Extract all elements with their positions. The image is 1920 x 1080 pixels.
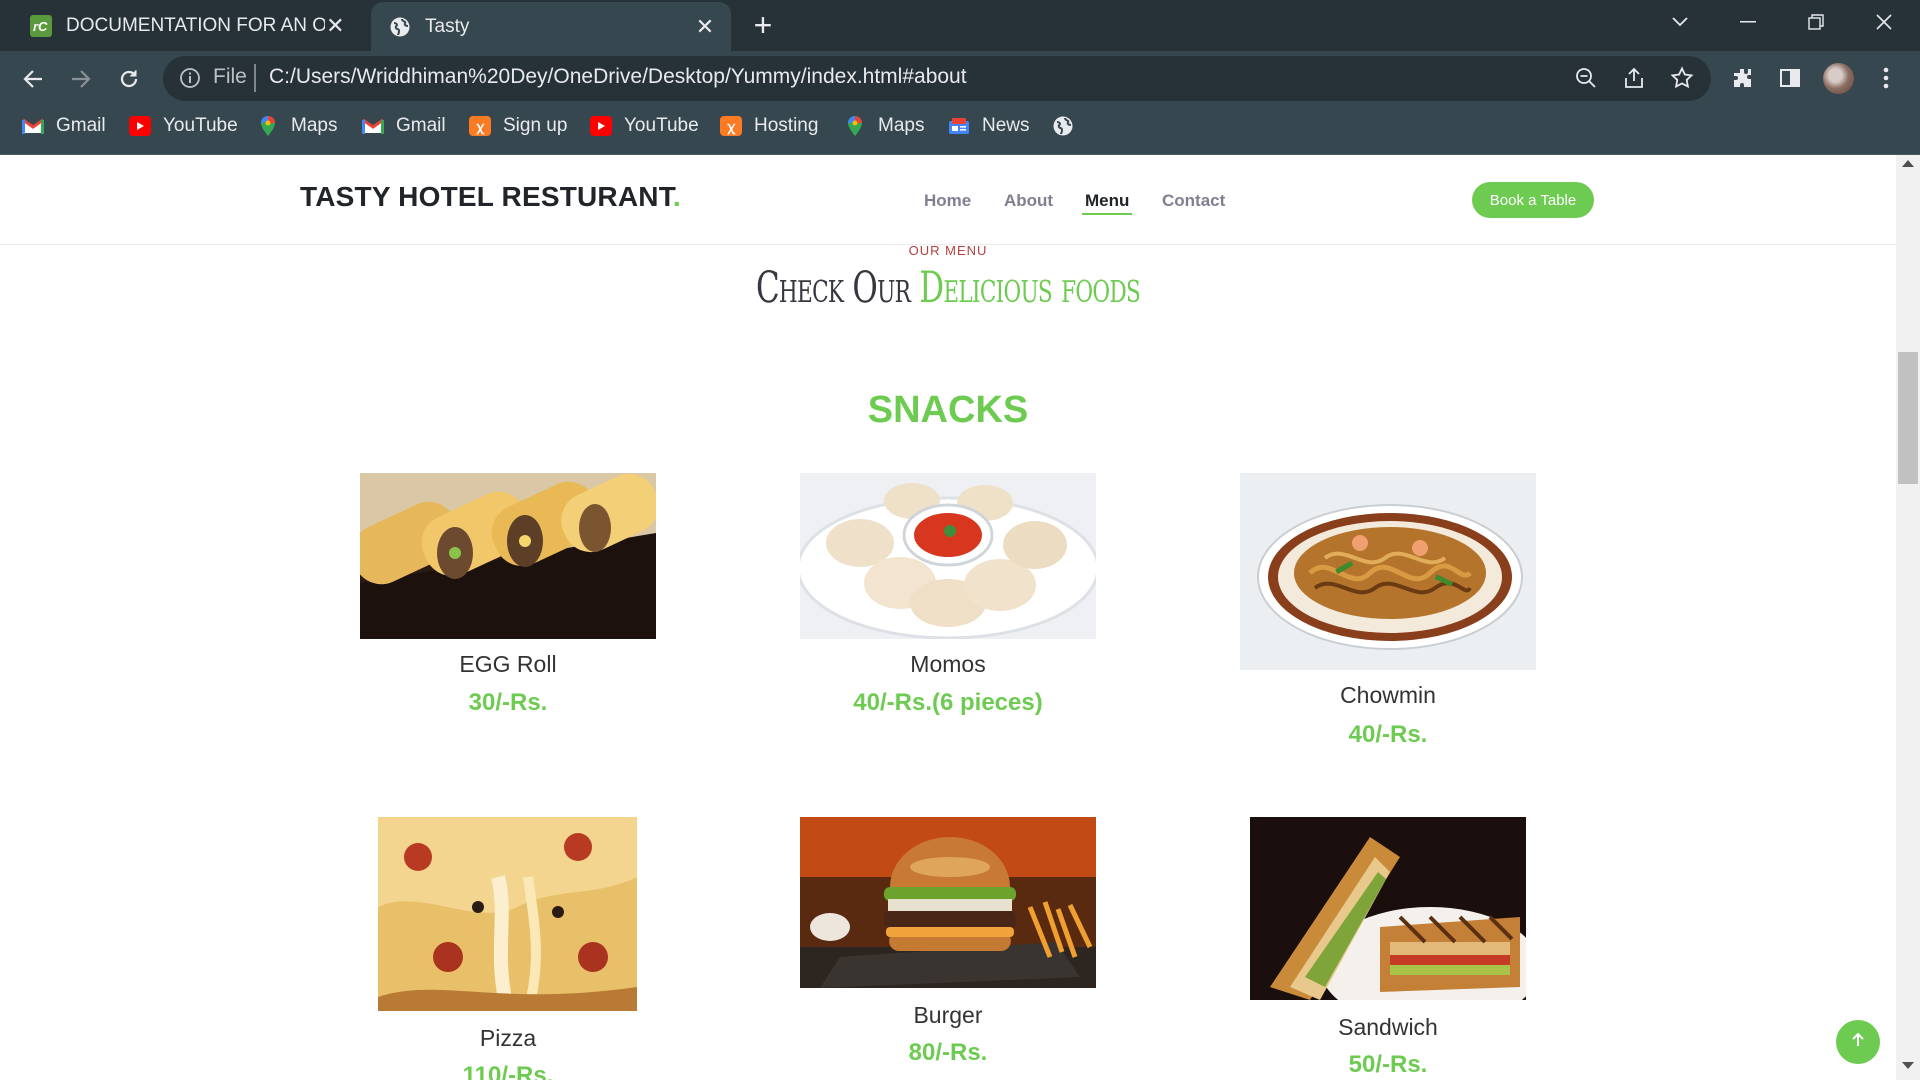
- forward-icon[interactable]: [64, 62, 98, 96]
- arrow-up-icon: [1850, 1032, 1866, 1053]
- tab-title: DOCUMENTATION FOR AN ONLI: [66, 14, 325, 36]
- gmail-icon: [22, 116, 44, 136]
- title-highlight: Delicious foods: [919, 263, 1141, 313]
- url-text[interactable]: C:/Users/Wriddhiman%20Dey/OneDrive/Deskt…: [269, 65, 967, 89]
- page-scrollbar[interactable]: [1896, 155, 1920, 1080]
- nav-home[interactable]: Home: [924, 191, 971, 211]
- bookmark-globe[interactable]: [1052, 114, 1086, 138]
- extensions-icon[interactable]: [1729, 64, 1757, 92]
- divider: [254, 64, 256, 92]
- tab-documentation[interactable]: rC DOCUMENTATION FOR AN ONLI ✕: [12, 0, 360, 51]
- rc-favicon-icon: rC: [30, 14, 52, 37]
- item-price: 50/-Rs.: [1348, 1051, 1428, 1078]
- close-window-icon[interactable]: [1854, 0, 1914, 44]
- more-menu-icon[interactable]: [1872, 64, 1900, 92]
- side-panel-icon[interactable]: [1776, 64, 1804, 92]
- item-price: 40/-Rs.(6 pieces): [853, 689, 1043, 716]
- bookmark-label: Sign up: [503, 115, 568, 136]
- chowmin-image: [1240, 473, 1536, 670]
- section-title: Check Our Delicious foods: [265, 263, 1630, 313]
- sandwich-image: [1250, 817, 1526, 1000]
- youtube-icon: [590, 116, 612, 136]
- egg-roll-image: [360, 473, 656, 639]
- brand-dot: .: [672, 181, 681, 212]
- bookmark-label: Gmail: [56, 115, 106, 136]
- bookmark-gmail[interactable]: Gmail: [22, 114, 106, 138]
- bookmark-maps[interactable]: Maps: [257, 114, 337, 138]
- item-name: Sandwich: [1338, 1014, 1438, 1040]
- scroll-to-top-button[interactable]: [1836, 1020, 1880, 1064]
- item-price: 40/-Rs.: [1348, 721, 1428, 748]
- site-header: TASTY HOTEL RESTURANT. Home About Menu C…: [0, 155, 1896, 245]
- nav-about[interactable]: About: [1004, 191, 1053, 211]
- scheme-label: File: [213, 65, 247, 88]
- bookmark-label: YouTube: [624, 115, 699, 136]
- bookmark-maps[interactable]: Maps: [844, 114, 924, 138]
- pizza-image: [378, 817, 637, 1011]
- section-subtitle: OUR MENU: [908, 243, 988, 258]
- xampp-icon: ꭓ: [469, 116, 491, 136]
- site-logo[interactable]: TASTY HOTEL RESTURANT.: [300, 181, 681, 213]
- maps-icon: [844, 116, 866, 136]
- item-name: Pizza: [479, 1025, 537, 1051]
- bookmark-label: News: [982, 115, 1030, 136]
- maps-icon: [257, 116, 279, 136]
- nav-contact[interactable]: Contact: [1162, 191, 1225, 211]
- web-page: TASTY HOTEL RESTURANT. Home About Menu C…: [0, 155, 1896, 1080]
- bookmark-label: Hosting: [754, 115, 819, 136]
- scroll-up-arrow-icon[interactable]: [1902, 160, 1914, 167]
- bookmark-label: Gmail: [396, 115, 446, 136]
- momos-image: [800, 473, 1096, 639]
- item-name: Chowmin: [1340, 682, 1436, 708]
- news-icon: [948, 116, 970, 136]
- bookmark-news[interactable]: News: [948, 114, 1030, 138]
- bookmark-sign-up[interactable]: ꭓ Sign up: [469, 114, 567, 138]
- brand-text: TASTY HOTEL RESTURANT: [300, 181, 673, 212]
- item-price: 110/-Rs.: [462, 1062, 554, 1080]
- item-price: 30/-Rs.: [468, 689, 548, 716]
- globe-icon: [389, 16, 411, 38]
- item-name: EGG Roll: [459, 651, 557, 677]
- zoom-icon[interactable]: [1574, 66, 1598, 90]
- tab-search-icon[interactable]: [1650, 0, 1710, 44]
- new-tab-button[interactable]: +: [748, 9, 778, 41]
- svg-text:rC: rC: [33, 19, 48, 34]
- close-icon[interactable]: ✕: [325, 13, 346, 38]
- back-icon[interactable]: [16, 62, 50, 96]
- share-icon[interactable]: [1622, 66, 1646, 90]
- bookmark-gmail[interactable]: Gmail: [362, 114, 446, 138]
- item-name: Burger: [913, 1002, 983, 1028]
- globe-icon: [1052, 116, 1074, 136]
- profile-avatar[interactable]: [1823, 63, 1854, 94]
- nav-active-underline: [1082, 213, 1132, 215]
- burger-image: [800, 817, 1096, 988]
- item-name: Momos: [910, 651, 986, 677]
- scrollbar-thumb[interactable]: [1898, 352, 1918, 484]
- bookmark-star-icon[interactable]: [1670, 66, 1694, 90]
- bookmark-youtube[interactable]: YouTube: [129, 114, 238, 138]
- xampp-icon: ꭓ: [720, 116, 742, 136]
- nav-menu[interactable]: Menu: [1085, 191, 1129, 211]
- title-part: Check Our: [755, 263, 920, 313]
- bookmark-hosting[interactable]: ꭓ Hosting: [720, 114, 818, 138]
- bookmark-youtube[interactable]: YouTube: [590, 114, 699, 138]
- info-icon[interactable]: [178, 66, 202, 90]
- item-price: 80/-Rs.: [908, 1039, 988, 1066]
- scroll-down-arrow-icon[interactable]: [1902, 1062, 1914, 1069]
- minimize-icon[interactable]: [1718, 0, 1778, 44]
- book-table-button[interactable]: Book a Table: [1472, 182, 1594, 218]
- restore-icon[interactable]: [1786, 0, 1846, 44]
- gmail-icon: [362, 116, 384, 136]
- close-icon[interactable]: ✕: [693, 14, 717, 39]
- bookmark-label: Maps: [291, 115, 338, 136]
- reload-icon[interactable]: [112, 62, 146, 96]
- tab-title: Tasty: [425, 15, 470, 37]
- bookmark-label: Maps: [878, 115, 925, 136]
- tab-tasty[interactable]: Tasty ✕: [371, 2, 731, 51]
- youtube-icon: [129, 116, 151, 136]
- bookmark-label: YouTube: [163, 115, 238, 136]
- category-heading: SNACKS: [867, 389, 1029, 431]
